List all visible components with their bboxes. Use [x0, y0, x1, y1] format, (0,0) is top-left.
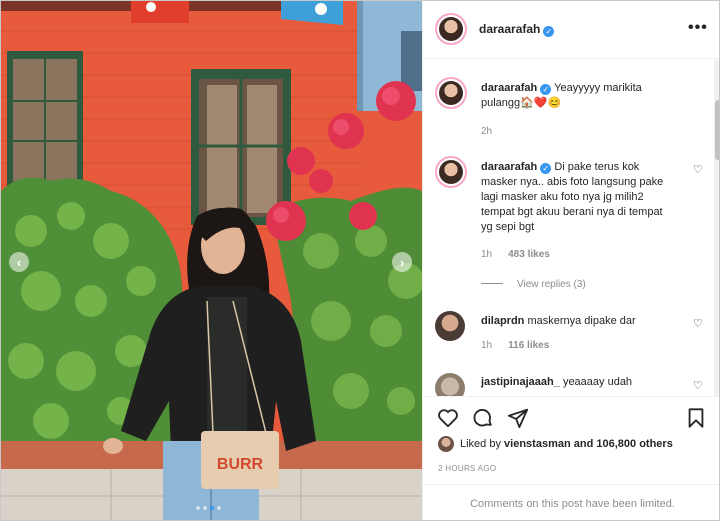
likes-prefix: Liked by [460, 438, 501, 450]
carousel-dot-active [210, 506, 214, 510]
comment-meta: 1h 483 likes [481, 249, 550, 260]
commenter-avatar-image [439, 81, 463, 105]
comment-time: 2h [481, 126, 493, 137]
comment-like-heart-icon[interactable]: ♡ [693, 379, 703, 392]
view-replies-link[interactable]: View replies (3) [481, 279, 586, 290]
verified-icon: ✓ [540, 84, 552, 95]
comment-meta: 1h 116 likes [481, 340, 549, 351]
commenter-avatar[interactable] [435, 77, 467, 109]
comment-likes-count[interactable]: 116 likes [508, 340, 549, 351]
scrollbar-thumb[interactable] [715, 100, 719, 160]
carousel-dot [196, 506, 200, 510]
comment-time: 1h [481, 340, 493, 351]
comment-body: daraarafah ✓ Di pake terus kok masker nya… [481, 160, 677, 235]
comment-body: jastipinajaaah_ yeaaaay udah [481, 375, 677, 390]
liker-avatar [438, 436, 454, 452]
comment-body: dilaprdn maskernya dipake dar [481, 314, 677, 329]
previous-photo-button[interactable]: ‹ [9, 252, 29, 272]
comment-text: yeaaaay udah [562, 376, 633, 388]
liker-username[interactable]: vienstasman [504, 438, 571, 450]
next-photo-button[interactable]: › [392, 252, 412, 272]
author-name-line: daraarafah ✓ [479, 22, 555, 37]
comments-limited-notice: Comments on this post have been limited. [423, 484, 719, 520]
instagram-post-window: BURR ‹ › daraarafah ✓ ••• daraarafah ✓ Y… [0, 0, 720, 521]
comment-body: daraarafah ✓ Yeayyyyy marikita pulangg🏠❤️… [481, 81, 677, 111]
commenter-avatar[interactable] [435, 373, 465, 396]
comment-icon[interactable] [472, 407, 494, 429]
post-timestamp: 2 HOURS AGO [438, 464, 497, 473]
comment-username[interactable]: daraarafah [481, 82, 537, 94]
author-username[interactable]: daraarafah [479, 22, 540, 36]
author-avatar-image [439, 17, 463, 41]
comments-list: daraarafah ✓ Yeayyyyy marikita pulangg🏠❤️… [423, 60, 714, 396]
comment-username[interactable]: jastipinajaaah_ [481, 376, 560, 388]
comment-item: dilaprdn maskernya dipake dar ♡ 1h 116 li… [435, 311, 705, 361]
commenter-avatar[interactable] [435, 311, 465, 341]
post-photo[interactable]: BURR ‹ › [1, 1, 422, 520]
post-photo-illustration: BURR [1, 1, 422, 520]
comment-like-heart-icon[interactable]: ♡ [693, 317, 703, 330]
post-side-panel: daraarafah ✓ ••• daraarafah ✓ Yeayyyyy mar… [422, 1, 719, 520]
commenter-avatar-image [439, 160, 463, 184]
comment-text: maskernya dipake dar [527, 315, 636, 327]
likes-summary[interactable]: Liked by vienstasman and 106,800 others [438, 436, 673, 452]
verified-icon: ✓ [543, 26, 555, 37]
bookmark-icon[interactable] [685, 407, 707, 429]
comments-scrollbar[interactable] [714, 60, 719, 396]
comment-like-heart-icon[interactable]: ♡ [693, 163, 703, 176]
carousel-dot [217, 506, 221, 510]
post-actions: Liked by vienstasman and 106,800 others … [423, 396, 719, 520]
likes-others-count[interactable]: and 106,800 others [574, 438, 673, 450]
comment-time: 1h [481, 249, 493, 260]
heart-icon[interactable] [437, 407, 459, 429]
carousel-indicator [196, 506, 221, 510]
comment-item: jastipinajaaah_ yeaaaay udah ♡ [435, 373, 705, 396]
share-icon[interactable] [507, 407, 529, 429]
caption-comment: daraarafah ✓ Yeayyyyy marikita pulangg🏠❤️… [435, 77, 705, 147]
bag-print-text: BURR [217, 456, 264, 473]
commenter-avatar[interactable] [435, 156, 467, 188]
comment-username[interactable]: dilaprdn [481, 315, 524, 327]
verified-icon: ✓ [540, 163, 552, 174]
comment-username[interactable]: daraarafah [481, 161, 537, 173]
author-avatar[interactable] [435, 13, 467, 45]
post-header: daraarafah ✓ ••• [423, 1, 719, 59]
more-options-icon[interactable]: ••• [688, 19, 708, 37]
comment-likes-count[interactable]: 483 likes [508, 249, 550, 260]
carousel-dot [203, 506, 207, 510]
